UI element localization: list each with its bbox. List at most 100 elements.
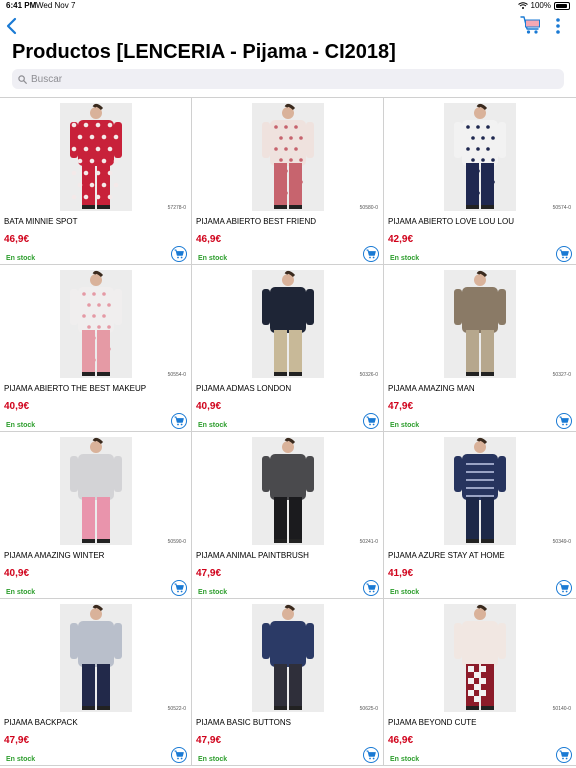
product-image[interactable] [444, 604, 516, 712]
product-card[interactable]: 50349-0 PIJAMA AZURE STAY AT HOME 41,9€ … [384, 432, 576, 599]
product-image[interactable] [60, 270, 132, 378]
stock-status: En stock [390, 422, 420, 429]
page-title: Productos [LENCERIA - Pijama - CI2018] [12, 41, 396, 63]
product-name: PIJAMA AZURE STAY AT HOME [388, 551, 505, 560]
product-card[interactable]: 50554-0 PIJAMA ABIERTO THE BEST MAKEUP 4… [0, 265, 192, 432]
product-reference: 50326-0 [359, 372, 378, 378]
product-reference: 50522-0 [167, 706, 186, 712]
product-reference: 50574-0 [552, 205, 571, 211]
product-name: PIJAMA ABIERTO LOVE LOU LOU [388, 217, 514, 226]
add-to-cart-button[interactable] [363, 413, 379, 429]
cart-icon [174, 249, 184, 259]
stock-status: En stock [198, 422, 228, 429]
product-price: 47,9€ [4, 735, 30, 746]
product-price: 46,9€ [196, 234, 222, 245]
product-reference: 50327-0 [552, 372, 571, 378]
product-card[interactable]: 50326-0 PIJAMA ADMAS LONDON 40,9€ En sto… [192, 265, 384, 432]
search-input[interactable] [31, 73, 531, 85]
product-image[interactable] [444, 270, 516, 378]
add-to-cart-button[interactable] [171, 413, 187, 429]
add-to-cart-button[interactable] [556, 747, 572, 763]
product-price: 47,9€ [196, 735, 222, 746]
product-image[interactable] [444, 437, 516, 545]
product-card[interactable]: 50140-0 PIJAMA BEYOND CUTE 46,9€ En stoc… [384, 599, 576, 766]
product-price: 47,9€ [388, 401, 414, 412]
stock-status: En stock [390, 589, 420, 596]
product-reference: 50590-0 [167, 539, 186, 545]
product-reference: 50349-0 [552, 539, 571, 545]
product-price: 46,9€ [388, 735, 414, 746]
battery-icon [554, 1, 570, 10]
stock-status: En stock [6, 422, 36, 429]
product-name: PIJAMA BACKPACK [4, 718, 78, 727]
add-to-cart-button[interactable] [171, 580, 187, 596]
stock-status: En stock [6, 589, 36, 596]
product-name: PIJAMA AMAZING WINTER [4, 551, 105, 560]
cart-icon [366, 583, 376, 593]
product-card[interactable]: 50580-0 PIJAMA ABIERTO BEST FRIEND 46,9€… [192, 98, 384, 265]
product-price: 41,9€ [388, 568, 414, 579]
stock-status: En stock [6, 255, 36, 262]
product-name: PIJAMA ABIERTO THE BEST MAKEUP [4, 384, 147, 393]
product-image[interactable] [252, 437, 324, 545]
add-to-cart-button[interactable] [363, 747, 379, 763]
product-reference: 57278-0 [167, 205, 186, 211]
product-reference: 50140-0 [552, 706, 571, 712]
status-bar: 6:41 PM Wed Nov 7 100% [0, 0, 576, 12]
stock-status: En stock [390, 756, 420, 763]
more-vertical-icon [556, 18, 560, 34]
more-options-button[interactable] [550, 16, 566, 36]
product-card[interactable]: 50327-0 PIJAMA AMAZING MAN 47,9€ En stoc… [384, 265, 576, 432]
stock-status: En stock [6, 756, 36, 763]
product-image[interactable] [252, 604, 324, 712]
product-card[interactable]: 50590-0 PIJAMA AMAZING WINTER 40,9€ En s… [0, 432, 192, 599]
cart-icon [366, 249, 376, 259]
product-name: PIJAMA BASIC BUTTONS [196, 718, 291, 727]
product-image[interactable] [60, 103, 132, 211]
cart-icon [174, 416, 184, 426]
stock-status: En stock [198, 756, 228, 763]
product-card[interactable]: 50241-0 PIJAMA ANIMAL PAINTBRUSH 47,9€ E… [192, 432, 384, 599]
cart-icon [559, 416, 569, 426]
product-card[interactable]: 57278-0 BATA MINNIE SPOT 46,9€ En stock [0, 98, 192, 265]
cart-icon [559, 249, 569, 259]
product-card[interactable]: 50522-0 PIJAMA BACKPACK 47,9€ En stock [0, 599, 192, 766]
product-name: PIJAMA BEYOND CUTE [388, 718, 477, 727]
product-reference: 50554-0 [167, 372, 186, 378]
product-reference: 50241-0 [359, 539, 378, 545]
product-price: 40,9€ [4, 401, 30, 412]
add-to-cart-button[interactable] [556, 580, 572, 596]
product-name: PIJAMA ABIERTO BEST FRIEND [196, 217, 317, 226]
add-to-cart-button[interactable] [556, 246, 572, 262]
product-reference: 50625-0 [359, 706, 378, 712]
add-to-cart-button[interactable] [363, 246, 379, 262]
add-to-cart-button[interactable] [171, 747, 187, 763]
product-price: 40,9€ [196, 401, 222, 412]
product-name: PIJAMA ANIMAL PAINTBRUSH [196, 551, 309, 560]
product-image[interactable] [252, 270, 324, 378]
product-price: 46,9€ [4, 234, 30, 245]
cart-icon [174, 583, 184, 593]
product-image[interactable] [60, 437, 132, 545]
stock-status: En stock [198, 255, 228, 262]
product-card[interactable]: 50574-0 PIJAMA ABIERTO LOVE LOU LOU 42,9… [384, 98, 576, 265]
status-date: Wed Nov 7 [36, 1, 76, 10]
stock-status: En stock [390, 255, 420, 262]
back-button[interactable] [4, 16, 20, 36]
shopping-cart-icon [520, 16, 540, 34]
battery-percent: 100% [530, 1, 551, 10]
add-to-cart-button[interactable] [556, 413, 572, 429]
product-image[interactable] [60, 604, 132, 712]
search-icon [18, 74, 27, 84]
search-bar[interactable] [12, 69, 564, 89]
product-image[interactable] [444, 103, 516, 211]
product-card[interactable]: 50625-0 PIJAMA BASIC BUTTONS 47,9€ En st… [192, 599, 384, 766]
cart-button[interactable] [520, 14, 542, 36]
product-price: 47,9€ [196, 568, 222, 579]
add-to-cart-button[interactable] [363, 580, 379, 596]
add-to-cart-button[interactable] [171, 246, 187, 262]
wifi-icon [517, 2, 528, 9]
product-price: 42,9€ [388, 234, 414, 245]
stock-status: En stock [198, 589, 228, 596]
product-image[interactable] [252, 103, 324, 211]
